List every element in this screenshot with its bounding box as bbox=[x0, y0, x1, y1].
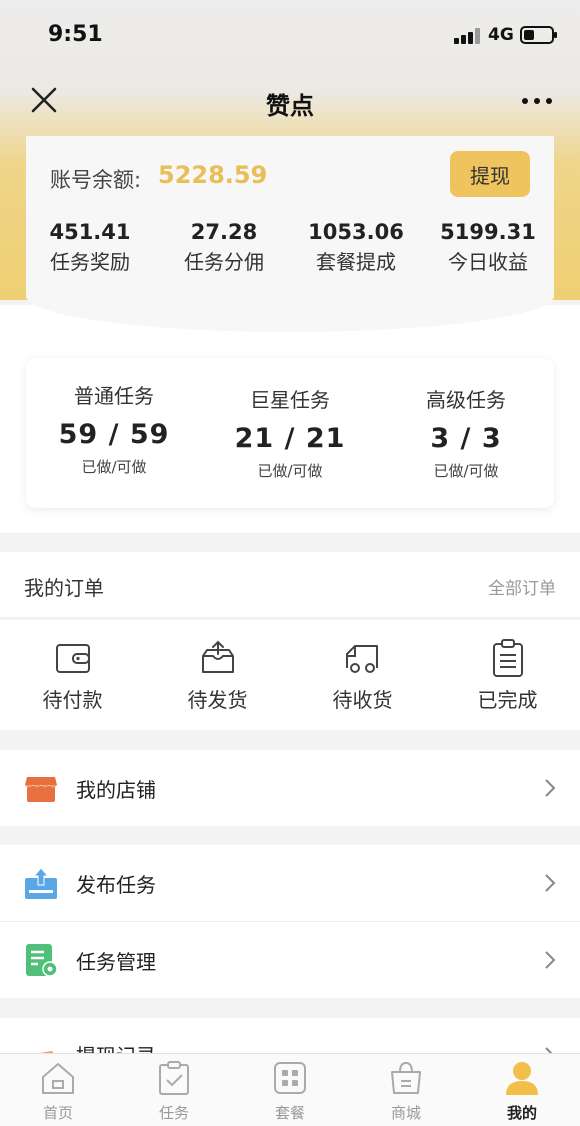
chevron-right-icon bbox=[544, 873, 556, 893]
network-type: 4G bbox=[488, 25, 514, 45]
stat-task-commission: 27.28 任务分佣 bbox=[164, 220, 284, 275]
orders-header: 我的订单 全部订单 bbox=[0, 552, 580, 618]
task-summary-card: 普通任务 59 / 59 已做/可做 巨星任务 21 / 21 已做/可做 高级… bbox=[26, 358, 554, 508]
wallet-icon bbox=[53, 638, 93, 678]
task-sub: 已做/可做 bbox=[257, 462, 323, 480]
task-advanced[interactable]: 高级任务 3 / 3 已做/可做 bbox=[378, 384, 554, 481]
stat-label: 今日收益 bbox=[448, 250, 528, 274]
balance-card: 账号余额: 5228.59 提现 451.41 任务奖励 27.28 任务分佣 … bbox=[26, 136, 554, 332]
page-title: 赞点 bbox=[266, 92, 314, 120]
tab-mine[interactable]: 我的 bbox=[464, 1060, 580, 1123]
balance-label: 账号余额: bbox=[50, 168, 142, 192]
tab-label: 首页 bbox=[42, 1104, 73, 1122]
withdraw-button[interactable]: 提现 bbox=[450, 151, 530, 197]
task-count: 3 / 3 bbox=[430, 423, 502, 454]
task-icon bbox=[156, 1060, 192, 1096]
order-completed[interactable]: 已完成 bbox=[435, 638, 580, 713]
stat-task-reward: 451.41 任务奖励 bbox=[30, 220, 150, 275]
status-time: 9:51 bbox=[48, 22, 103, 47]
package-grid-icon bbox=[272, 1060, 308, 1096]
signal-icon bbox=[454, 28, 482, 44]
store-icon bbox=[24, 771, 58, 805]
order-pending-payment[interactable]: 待付款 bbox=[0, 638, 145, 713]
task-count: 21 / 21 bbox=[234, 423, 346, 454]
balance-value: 5228.59 bbox=[158, 161, 268, 189]
stat-label: 任务奖励 bbox=[50, 250, 130, 274]
task-name: 普通任务 bbox=[74, 384, 154, 408]
task-name: 巨星任务 bbox=[250, 388, 330, 412]
stat-value: 451.41 bbox=[49, 220, 131, 244]
menu-item-store[interactable]: 我的店铺 bbox=[0, 750, 580, 826]
task-star[interactable]: 巨星任务 21 / 21 已做/可做 bbox=[202, 384, 378, 481]
stat-label: 任务分佣 bbox=[184, 250, 264, 274]
all-orders-link[interactable]: 全部订单 bbox=[488, 574, 556, 599]
upload-icon bbox=[24, 866, 58, 900]
tab-label: 商城 bbox=[390, 1104, 421, 1122]
menu-label: 任务管理 bbox=[76, 950, 156, 974]
menu-item-task-management[interactable]: 任务管理 bbox=[0, 922, 580, 998]
stat-label: 套餐提成 bbox=[316, 250, 396, 274]
task-name: 高级任务 bbox=[426, 388, 506, 412]
menu-item-publish-task[interactable]: 发布任务 bbox=[0, 845, 580, 921]
package-icon bbox=[198, 638, 238, 678]
tab-home[interactable]: 首页 bbox=[0, 1060, 116, 1123]
task-count: 59 / 59 bbox=[58, 419, 170, 450]
stat-value: 1053.06 bbox=[308, 220, 404, 244]
home-icon bbox=[40, 1060, 76, 1096]
tab-task[interactable]: 任务 bbox=[116, 1060, 232, 1123]
nav-bar: 赞点 bbox=[0, 72, 580, 132]
chevron-right-icon bbox=[544, 950, 556, 970]
battery-icon bbox=[520, 26, 557, 44]
order-label: 待付款 bbox=[42, 688, 103, 712]
order-pending-shipment[interactable]: 待发货 bbox=[145, 638, 290, 713]
tab-label: 我的 bbox=[506, 1104, 537, 1122]
order-label: 已完成 bbox=[477, 688, 538, 712]
stat-value: 27.28 bbox=[190, 220, 258, 244]
order-pending-receipt[interactable]: 待收货 bbox=[290, 638, 435, 713]
task-sub: 已做/可做 bbox=[433, 462, 499, 480]
tab-label: 任务 bbox=[158, 1104, 189, 1122]
task-sub: 已做/可做 bbox=[81, 458, 147, 476]
task-manage-icon bbox=[24, 943, 58, 977]
tab-label: 套餐 bbox=[274, 1104, 305, 1122]
order-label: 待收货 bbox=[332, 688, 393, 712]
tab-mall[interactable]: 商城 bbox=[348, 1060, 464, 1123]
menu-label: 我的店铺 bbox=[76, 778, 156, 802]
truck-icon bbox=[343, 638, 383, 678]
chevron-right-icon bbox=[544, 778, 556, 798]
more-icon[interactable] bbox=[520, 98, 554, 106]
tab-package[interactable]: 套餐 bbox=[232, 1060, 348, 1123]
tab-bar: 首页 任务 套餐 商城 我的 bbox=[0, 1053, 580, 1126]
status-bar: 9:51 4G bbox=[0, 0, 580, 70]
orders-status-row: 待付款 待发货 待收货 已完成 bbox=[0, 620, 580, 730]
user-icon bbox=[504, 1060, 540, 1096]
menu-label: 发布任务 bbox=[76, 873, 156, 897]
stat-value: 5199.31 bbox=[440, 220, 536, 244]
task-normal[interactable]: 普通任务 59 / 59 已做/可做 bbox=[26, 380, 202, 477]
clipboard-icon bbox=[488, 638, 528, 678]
shop-bag-icon bbox=[388, 1060, 424, 1096]
stat-package-bonus: 1053.06 套餐提成 bbox=[296, 220, 416, 275]
stat-today-earnings: 5199.31 今日收益 bbox=[428, 220, 548, 275]
orders-title: 我的订单 bbox=[24, 576, 104, 600]
order-label: 待发货 bbox=[187, 688, 248, 712]
